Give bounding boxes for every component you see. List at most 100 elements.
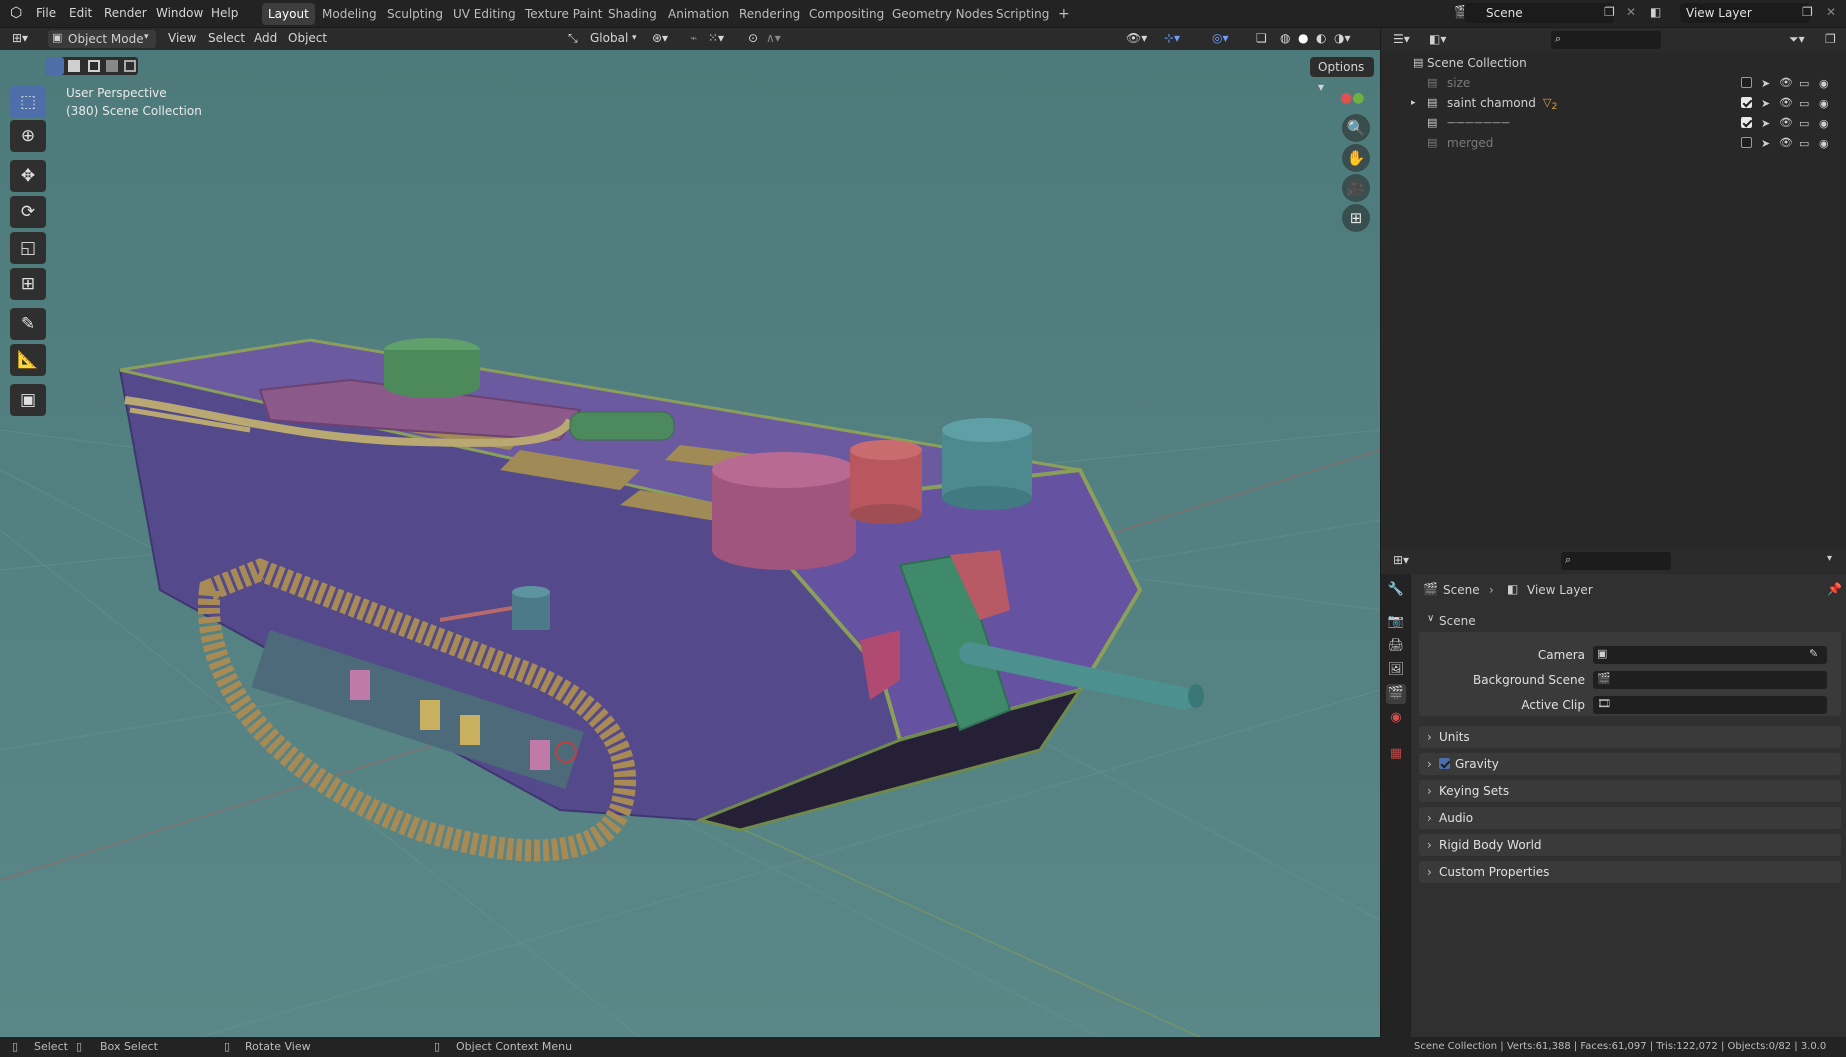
add-cube-tool[interactable]: ▣ [10, 384, 46, 416]
visibility-icon[interactable]: 👁▾ [1126, 31, 1147, 45]
tank-model[interactable] [118, 338, 1204, 862]
outliner-editor-type-icon[interactable]: ☰▾ [1393, 32, 1410, 46]
pin-icon[interactable]: 📌 [1827, 582, 1842, 596]
editor-type-icon[interactable]: ⊞▾ [12, 31, 28, 45]
select-arrow-icon[interactable]: ➤ [1761, 94, 1770, 114]
tab-rendering[interactable]: Rendering [733, 3, 806, 25]
xray-icon[interactable]: ❏ [1256, 31, 1267, 45]
scale-tool[interactable]: ◱ [10, 232, 46, 264]
snap-increment-icon[interactable]: ⁙▾ [708, 31, 724, 45]
select-subtract-icon[interactable] [88, 60, 100, 72]
view-layer-field[interactable]: View Layer [1680, 3, 1810, 23]
select-arrow-icon[interactable]: ➤ [1761, 134, 1770, 154]
scene-panel-header[interactable]: ∨ Scene [1419, 610, 1841, 632]
monitor-icon[interactable]: ▭ [1799, 114, 1809, 134]
chevron-down-icon[interactable]: ▾ [1827, 553, 1832, 564]
zoom-icon[interactable]: 🔍 [1342, 114, 1370, 142]
measure-tool[interactable]: 📐 [10, 344, 46, 376]
menu-file[interactable]: File [36, 6, 56, 20]
add-workspace-button[interactable]: + [1052, 3, 1076, 25]
display-mode-icon[interactable]: ◧▾ [1429, 32, 1446, 46]
new-view-layer-icon[interactable]: ❐ [1802, 5, 1813, 19]
transform-tool[interactable]: ⊞ [10, 268, 46, 300]
snap-icon[interactable]: ⌁ [690, 31, 697, 45]
camera-icon[interactable]: ◉ [1819, 134, 1829, 154]
background-scene-field[interactable]: 🎬 [1593, 671, 1827, 689]
menu-select[interactable]: Select [208, 31, 245, 45]
units-panel[interactable]: › Units [1419, 726, 1841, 748]
texture-tab-icon[interactable]: ▦ [1386, 744, 1406, 764]
filter-icon[interactable]: ⏷▾ [1789, 32, 1805, 47]
outliner-search-input[interactable]: ⌕ [1551, 31, 1661, 49]
menu-object[interactable]: Object [288, 31, 327, 45]
outliner-row-merged[interactable]: ▤ merged ➤ 👁 ▭ ◉ [1381, 133, 1846, 153]
new-collection-icon[interactable]: ❐ [1825, 32, 1836, 46]
expand-arrow-icon[interactable]: ▸ [1411, 93, 1416, 113]
menu-render[interactable]: Render [104, 6, 147, 20]
select-arrow-icon[interactable]: ➤ [1761, 74, 1770, 94]
render-tab-icon[interactable]: 📷 [1386, 612, 1406, 632]
exclude-checkbox[interactable] [1741, 97, 1752, 108]
tab-compositing[interactable]: Compositing [803, 3, 890, 25]
world-tab-icon[interactable]: ◉ [1386, 708, 1406, 728]
select-invert-icon[interactable] [106, 60, 118, 72]
select-extend-icon[interactable] [68, 60, 80, 72]
gravity-checkbox[interactable] [1439, 758, 1450, 769]
gizmo-icon[interactable]: ⊹▾ [1164, 31, 1180, 45]
perspective-toggle-icon[interactable]: ⊞ [1342, 204, 1370, 232]
properties-editor-type-icon[interactable]: ⊞▾ [1393, 553, 1409, 567]
new-scene-icon[interactable]: ❐ [1604, 5, 1615, 19]
pan-hand-icon[interactable]: ✋ [1342, 144, 1370, 172]
rendered-shading-icon[interactable]: ◑▾ [1334, 31, 1351, 45]
rigid-body-world-panel[interactable]: › Rigid Body World [1419, 834, 1841, 856]
rotate-tool[interactable]: ⟳ [10, 196, 46, 228]
tool-tab-icon[interactable]: 🔧 [1386, 580, 1406, 600]
outliner-row-size[interactable]: ▤ size ➤ 👁 ▭ ◉ [1381, 73, 1846, 93]
tab-sculpting[interactable]: Sculpting [381, 3, 449, 25]
solid-shading-icon[interactable]: ● [1298, 31, 1308, 45]
eye-icon[interactable]: 👁 [1779, 73, 1793, 93]
exclude-checkbox[interactable] [1741, 137, 1752, 148]
overlays-icon[interactable]: ◎▾ [1212, 31, 1229, 45]
select-new-icon[interactable] [46, 57, 64, 75]
monitor-icon[interactable]: ▭ [1799, 134, 1809, 154]
cursor-tool[interactable]: ⊕ [10, 120, 46, 152]
blender-logo-icon[interactable]: ⬡ [10, 5, 22, 21]
monitor-icon[interactable]: ▭ [1799, 94, 1809, 114]
select-intersect-icon[interactable] [124, 60, 136, 72]
orientation-label[interactable]: Global [590, 31, 628, 45]
gravity-panel[interactable]: › Gravity [1419, 753, 1841, 775]
material-shading-icon[interactable]: ◐ [1316, 31, 1326, 45]
falloff-icon[interactable]: ∧▾ [766, 31, 781, 45]
tab-modeling[interactable]: Modeling [316, 3, 383, 25]
eyedropper-icon[interactable]: ✎ [1809, 647, 1818, 660]
menu-edit[interactable]: Edit [69, 6, 92, 20]
proportional-edit-icon[interactable]: ⊙ [748, 31, 758, 45]
tab-animation[interactable]: Animation [662, 3, 735, 25]
select-box-tool[interactable]: ⬚ [10, 86, 46, 118]
menu-view[interactable]: View [168, 31, 196, 45]
eye-icon[interactable]: 👁 [1779, 133, 1793, 153]
scene-name-field[interactable]: Scene [1464, 3, 1614, 23]
exclude-checkbox[interactable] [1741, 77, 1752, 88]
menu-add[interactable]: Add [254, 31, 277, 45]
tab-uv-editing[interactable]: UV Editing [447, 3, 522, 25]
tab-texture-paint[interactable]: Texture Paint [519, 3, 608, 25]
audio-panel[interactable]: › Audio [1419, 807, 1841, 829]
3d-viewport[interactable]: User Perspective (380) Scene Collection … [0, 50, 1380, 1037]
select-arrow-icon[interactable]: ➤ [1761, 114, 1770, 134]
monitor-icon[interactable]: ▭ [1799, 74, 1809, 94]
camera-view-icon[interactable]: 🎥 [1342, 174, 1370, 202]
chevron-down-icon[interactable]: ▾ [632, 33, 637, 43]
keying-sets-panel[interactable]: › Keying Sets [1419, 780, 1841, 802]
axis-gizmo-icon[interactable]: ●● [1340, 90, 1364, 106]
menu-help[interactable]: Help [211, 6, 238, 20]
annotate-tool[interactable]: ✎ [10, 308, 46, 340]
view-layer-icon[interactable]: ◧ [1650, 5, 1661, 19]
exclude-checkbox[interactable] [1741, 117, 1752, 128]
outliner-row-saint-chamond[interactable]: ▸ ▤ saint chamond ▽2 ➤ 👁 ▭ ◉ [1381, 93, 1846, 113]
pivot-point-icon[interactable]: ⊛▾ [652, 31, 668, 45]
scene-tab-icon[interactable]: 🎬 [1386, 684, 1406, 704]
output-tab-icon[interactable]: 🖨 [1386, 636, 1406, 656]
camera-icon[interactable]: ◉ [1819, 94, 1829, 114]
